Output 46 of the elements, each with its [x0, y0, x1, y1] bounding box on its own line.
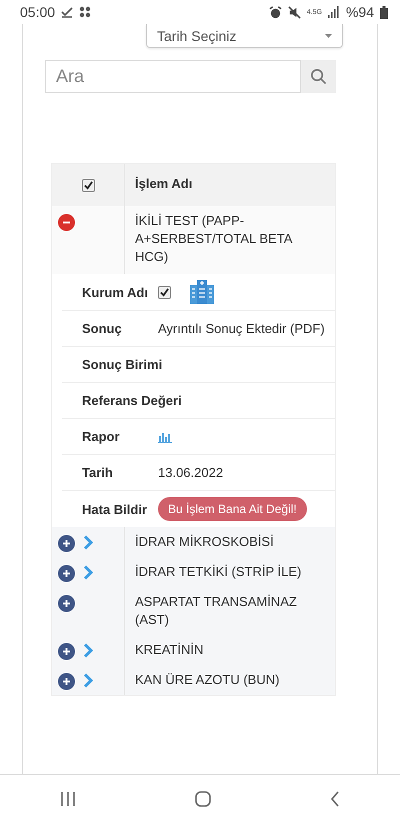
date-select[interactable]: Tarih Seçiniz — [146, 24, 343, 48]
detail-label: Tarih — [81, 465, 114, 480]
checkmark-icon — [61, 6, 74, 18]
expand-icon[interactable] — [58, 565, 75, 582]
dots-icon — [79, 6, 92, 18]
signal-icon — [328, 6, 340, 18]
report-error-button[interactable]: Bu İşlem Bana Ait Değil! — [158, 497, 307, 521]
checkbox[interactable] — [82, 178, 94, 192]
chevron-right-icon[interactable] — [83, 535, 93, 550]
search-button[interactable] — [301, 60, 336, 93]
result-text: Sonuç Ayrıntılı Sonuç Ektedir (PDF) — [81, 320, 326, 338]
battery-percent: %94 — [346, 4, 374, 20]
chevron-right-icon[interactable] — [83, 565, 93, 580]
home-icon[interactable] — [194, 790, 211, 806]
hospital-building-icon — [189, 279, 215, 305]
expand-icon[interactable] — [58, 595, 75, 612]
detail-label: Hata Bildir — [81, 502, 148, 516]
search-icon — [310, 68, 327, 85]
expand-icon[interactable] — [58, 535, 75, 552]
mute-icon — [288, 6, 301, 18]
battery-icon — [380, 6, 388, 18]
test-name: ASPARTAT TRANSAMİNAZ (AST) — [134, 593, 298, 629]
detail-value: 13.06.2022 — [158, 465, 224, 480]
detail-label: Referans Değeri — [81, 393, 183, 408]
chevron-right-icon[interactable] — [83, 673, 93, 688]
status-time: 05:00 — [20, 4, 56, 20]
search-field[interactable]: Ara — [45, 60, 301, 93]
alarm-icon — [268, 6, 282, 18]
expand-icon[interactable] — [58, 673, 75, 690]
detail-label: Sonuç Birimi — [81, 357, 164, 372]
test-name: İDRAR MİKROSKOBİSİ — [134, 533, 275, 551]
column-header: İşlem Adı — [134, 175, 194, 193]
collapse-icon[interactable] — [58, 214, 75, 231]
detail-label: Rapor — [81, 429, 121, 444]
test-name: İKİLİ TEST (PAPP-A+SERBEST/TOTAL BETA HCG) — [134, 212, 294, 266]
test-name: KAN ÜRE AZOTU (BUN) — [134, 671, 280, 689]
caret-icon — [325, 34, 332, 38]
bar-chart-icon[interactable] — [158, 430, 172, 442]
detail-label: Kurum Adı — [81, 284, 149, 300]
chevron-right-icon[interactable] — [83, 643, 93, 658]
recent-apps-icon[interactable] — [60, 792, 76, 806]
expand-icon[interactable] — [58, 643, 75, 660]
test-name: İDRAR TETKİKİ (STRİP İLE) — [134, 563, 302, 581]
test-name: KREATİNİN — [134, 641, 204, 659]
back-icon[interactable] — [330, 790, 340, 806]
checkbox[interactable] — [158, 286, 171, 298]
